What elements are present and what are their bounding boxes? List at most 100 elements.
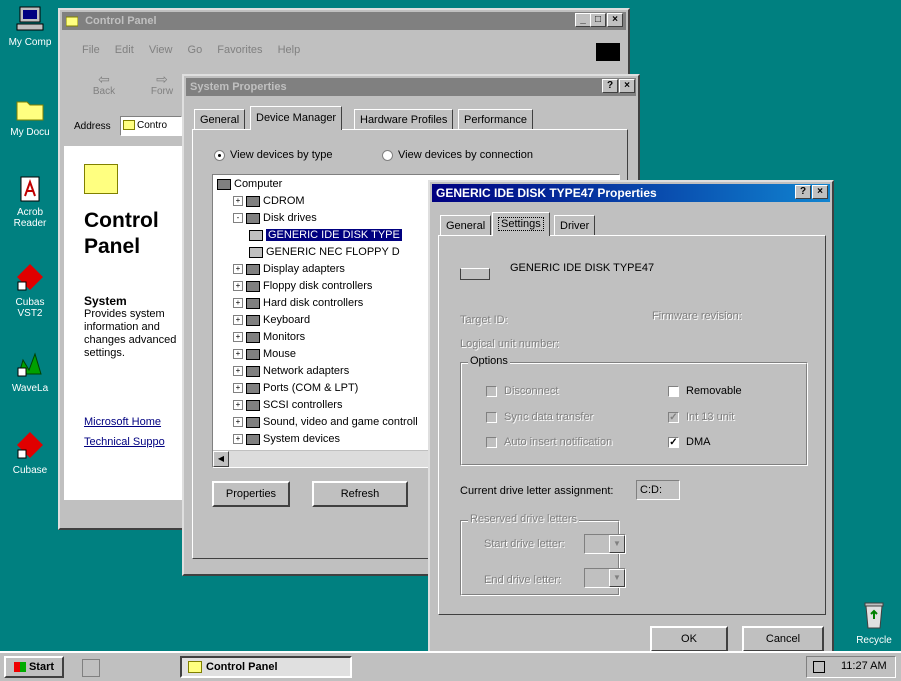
quick-launch-icon[interactable] (82, 659, 100, 677)
device-tree-item[interactable]: + Network adapters (233, 364, 349, 378)
tab-general[interactable]: General (440, 215, 492, 235)
device-tree-label: Computer (234, 178, 283, 190)
device-tree-item[interactable]: + Display adapters (233, 262, 345, 276)
device-tree-item[interactable]: + Monitors (233, 330, 305, 344)
desktop-icon-my-computer[interactable]: My Comp (2, 6, 58, 48)
start-drive-letter-label: Start drive letter: (484, 538, 565, 550)
help-button[interactable]: ? (795, 185, 811, 199)
start-button[interactable]: Start (4, 656, 64, 678)
expand-icon[interactable]: + (233, 281, 243, 292)
scroll-left-button[interactable]: ◀ (213, 451, 229, 467)
taskbar-control-panel-button[interactable]: Control Panel (180, 656, 352, 678)
expand-icon[interactable]: + (233, 332, 243, 343)
device-tree-item[interactable]: + System devices (233, 432, 340, 446)
technical-support-link[interactable]: Technical Suppo (84, 436, 165, 448)
menu-favorites[interactable]: Favorites (217, 44, 262, 56)
menu-edit[interactable]: Edit (115, 44, 134, 56)
device-tree-item[interactable]: + Sound, video and game controll (233, 415, 418, 429)
view-by-type-radio[interactable] (214, 150, 225, 161)
desktop-icon-cubase[interactable]: Cubase (2, 430, 58, 476)
properties-button[interactable]: Properties (212, 481, 290, 507)
expand-icon[interactable]: + (233, 383, 243, 394)
expand-icon[interactable]: + (233, 315, 243, 326)
device-tree-item[interactable]: GENERIC NEC FLOPPY D (249, 245, 400, 259)
collapse-icon[interactable]: - (233, 213, 243, 224)
desktop-icon-acrobat[interactable]: Acrob Reader (2, 176, 58, 229)
system-description: Provides system information and changes … (84, 308, 177, 359)
expand-icon[interactable]: + (233, 434, 243, 445)
hard-disk-icon (460, 268, 490, 280)
expand-icon[interactable]: + (233, 366, 243, 377)
close-button[interactable]: × (812, 185, 828, 199)
expand-icon[interactable]: + (233, 349, 243, 360)
device-tree-item[interactable]: + SCSI controllers (233, 398, 342, 412)
tab-device-manager[interactable]: Device Manager (250, 106, 343, 130)
tab-driver[interactable]: Driver (554, 215, 596, 235)
close-button[interactable]: × (607, 13, 623, 27)
int13-checkbox[interactable]: ✓ (668, 412, 679, 423)
expand-icon[interactable]: + (233, 400, 243, 411)
menu-go[interactable]: Go (188, 44, 203, 56)
auto-insert-checkbox[interactable] (486, 437, 497, 448)
menu-help[interactable]: Help (278, 44, 301, 56)
device-icon (246, 365, 260, 377)
close-button[interactable]: × (619, 79, 635, 93)
removable-checkbox[interactable] (668, 386, 679, 397)
system-properties-title-bar[interactable]: System Properties (186, 78, 636, 96)
view-by-type-label: View devices by type (230, 149, 333, 161)
control-panel-small-icon (188, 661, 202, 674)
desktop-icon-recycle-bin[interactable]: Recycle (846, 600, 901, 646)
expand-icon[interactable]: + (233, 417, 243, 428)
disk-properties-title-bar[interactable]: GENERIC IDE DISK TYPE47 Properties (432, 184, 830, 202)
device-tree-item[interactable]: + Ports (COM & LPT) (233, 381, 358, 395)
refresh-button[interactable]: Refresh (312, 481, 408, 507)
device-tree-item[interactable]: + CDROM (233, 194, 305, 208)
device-icon (246, 433, 260, 445)
device-tree-label: Hard disk controllers (263, 297, 364, 309)
tab-performance[interactable]: Performance (458, 109, 533, 129)
device-tree-item[interactable]: + Keyboard (233, 313, 310, 327)
menu-file[interactable]: File (82, 44, 100, 56)
desktop-icon-cubase-vst[interactable]: Cubas VST2 (2, 262, 58, 319)
disconnect-checkbox[interactable] (486, 386, 497, 397)
tab-hardware-profiles[interactable]: Hardware Profiles (354, 109, 454, 129)
end-drive-letter-select[interactable]: ▼ (584, 568, 626, 588)
device-icon (249, 229, 263, 241)
desktop-icon-my-documents[interactable]: My Docu (2, 96, 58, 138)
device-tree-label: SCSI controllers (263, 399, 343, 411)
maximize-button[interactable]: □ (590, 13, 606, 27)
menu-view[interactable]: View (149, 44, 173, 56)
help-button[interactable]: ? (602, 79, 618, 93)
device-tree-item[interactable]: - Disk drives (233, 211, 317, 225)
clock[interactable]: 11:27 AM (841, 660, 887, 672)
expand-icon[interactable]: + (233, 298, 243, 309)
view-by-connection-radio[interactable] (382, 150, 393, 161)
expand-icon[interactable]: + (233, 264, 243, 275)
tab-general[interactable]: General (194, 109, 246, 129)
device-tree-item[interactable]: GENERIC IDE DISK TYPE (249, 228, 402, 242)
microsoft-home-link[interactable]: Microsoft Home (84, 416, 161, 428)
desktop-icon-wavelab[interactable]: WaveLa (2, 348, 58, 394)
address-field[interactable]: Contro (120, 116, 182, 136)
device-tree-item[interactable]: + Mouse (233, 347, 296, 361)
expand-icon[interactable]: + (233, 196, 243, 207)
control-panel-title-bar[interactable]: Control Panel (62, 12, 626, 30)
sync-data-transfer-checkbox[interactable] (486, 412, 497, 423)
start-drive-letter-select[interactable]: ▼ (584, 534, 626, 554)
view-by-connection-label: View devices by connection (398, 149, 533, 161)
drive-letter-text: C:D: (640, 484, 662, 496)
dma-checkbox[interactable]: ✓ (668, 437, 679, 448)
network-icon[interactable] (813, 661, 825, 673)
device-tree-label: Ports (COM & LPT) (263, 382, 359, 394)
windows-flag-icon (13, 662, 26, 673)
ok-button[interactable]: OK (650, 626, 728, 652)
tab-settings[interactable]: Settings (492, 212, 550, 236)
device-tree-item[interactable]: + Floppy disk controllers (233, 279, 372, 293)
device-tree-item[interactable]: Computer (217, 177, 282, 191)
device-tree-item[interactable]: + Hard disk controllers (233, 296, 363, 310)
toolbar-forward-button[interactable]: ⇨ Forw (142, 72, 182, 97)
minimize-button[interactable]: _ (575, 13, 591, 27)
device-icon (246, 195, 260, 207)
cancel-button[interactable]: Cancel (742, 626, 824, 652)
toolbar-back-button[interactable]: ⇦ Back (84, 72, 124, 97)
